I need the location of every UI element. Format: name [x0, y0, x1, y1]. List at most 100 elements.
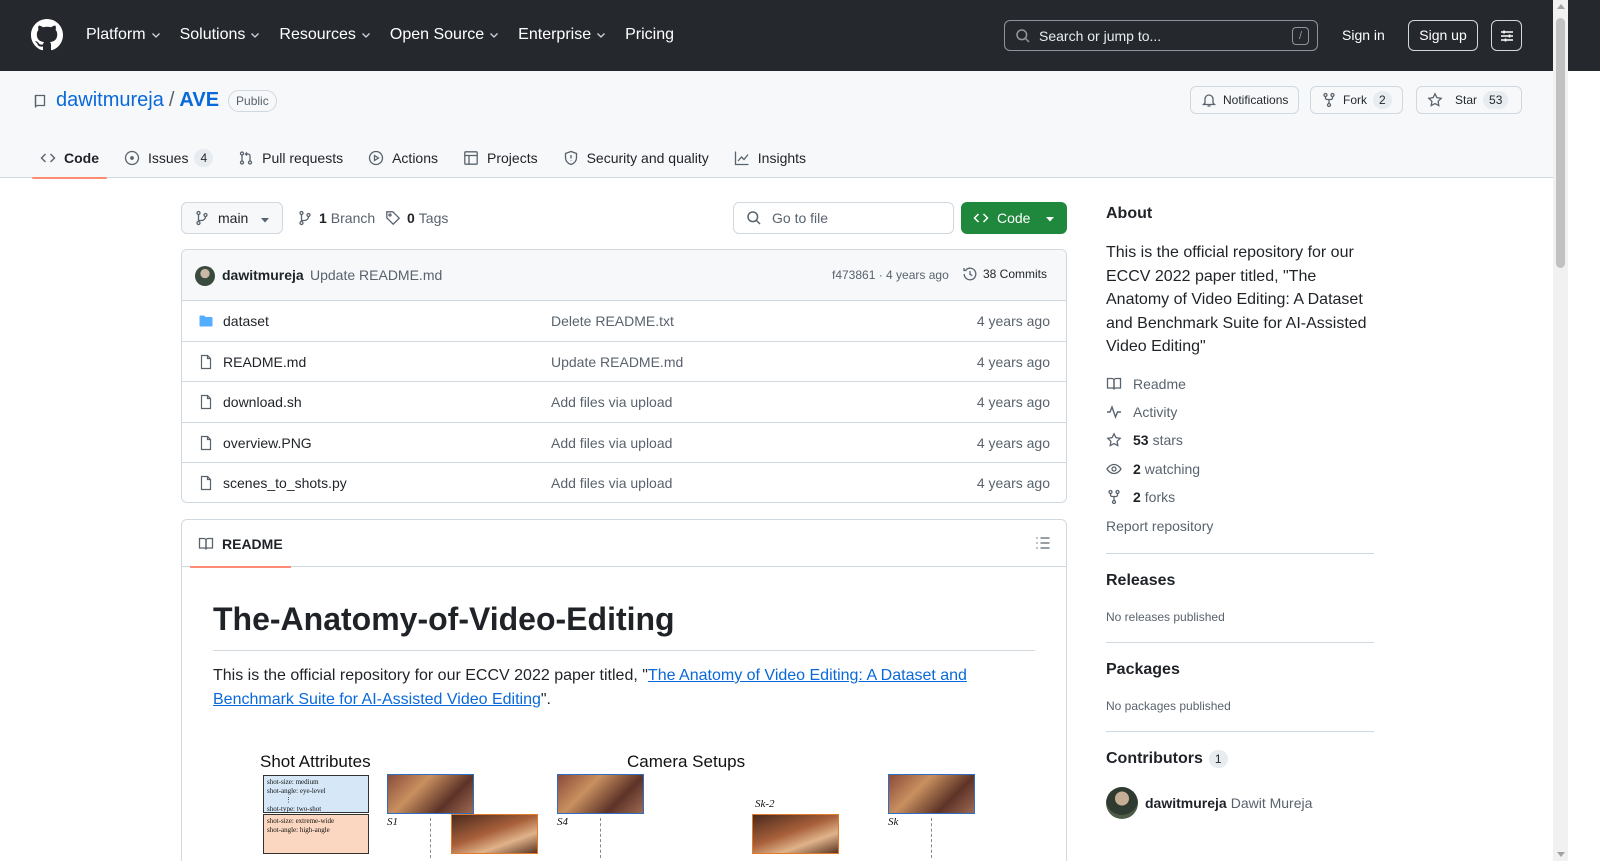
- star-icon: [1106, 432, 1122, 447]
- commit-meta[interactable]: f473861 · 4 years ago: [832, 268, 949, 282]
- contributor-item[interactable]: dawitmureja Dawit Mureja: [1106, 787, 1312, 819]
- nav-resources[interactable]: Resources: [279, 23, 371, 47]
- tab-issues[interactable]: Issues 4: [116, 138, 221, 178]
- packages-heading[interactable]: Packages: [1106, 661, 1180, 679]
- scroll-down-arrow-icon[interactable]: [1557, 852, 1565, 857]
- file-list: dawitmureja Update README.md f473861 · 4…: [181, 249, 1067, 503]
- attribute-card: shot-size: medium shot-angle: eye-level …: [263, 775, 369, 813]
- file-commit-link[interactable]: Delete README.txt: [551, 313, 674, 329]
- dashed-line: [430, 818, 431, 858]
- tag-icon: [386, 211, 401, 226]
- search-shortcut-key: /: [1292, 27, 1309, 45]
- search-input[interactable]: Search or jump to... /: [1004, 20, 1318, 51]
- tab-security[interactable]: Security and quality: [555, 138, 717, 178]
- commit-message-link[interactable]: Update README.md: [310, 267, 442, 283]
- tags-link[interactable]: 0 Tags: [385, 202, 448, 234]
- releases-heading[interactable]: Releases: [1106, 572, 1175, 590]
- star-count: 53: [1483, 91, 1509, 109]
- table-row: scenes_to_shots.py Add files via upload …: [182, 463, 1066, 502]
- divider: [1106, 553, 1374, 554]
- scrollbar-thumb[interactable]: [1556, 18, 1565, 268]
- tab-pull-requests[interactable]: Pull requests: [230, 138, 351, 178]
- fork-icon: [1323, 92, 1335, 108]
- file-name-link[interactable]: README.md: [223, 354, 306, 370]
- bell-icon: [1201, 94, 1217, 107]
- repo-owner-link[interactable]: dawitmureja: [56, 89, 164, 112]
- issue-opened-icon: [124, 150, 140, 166]
- book-icon: [1106, 377, 1122, 390]
- commit-author-link[interactable]: dawitmureja: [222, 267, 304, 283]
- file-commit-link[interactable]: Add files via upload: [551, 475, 672, 491]
- shot-thumbnail: [752, 814, 839, 854]
- notifications-button[interactable]: Notifications: [1190, 86, 1300, 114]
- code-icon: [973, 213, 989, 223]
- nav-platform[interactable]: Platform: [86, 23, 162, 47]
- nav-open-source[interactable]: Open Source: [390, 23, 500, 47]
- shot-label: Sk-2: [755, 798, 775, 810]
- book-icon: [198, 537, 214, 550]
- file-name-link[interactable]: overview.PNG: [223, 435, 312, 451]
- contributors-heading[interactable]: Contributors 1: [1106, 750, 1228, 768]
- shot-thumbnail: [557, 774, 644, 814]
- tab-code[interactable]: Code: [32, 138, 107, 179]
- branch-select-button[interactable]: main: [181, 202, 283, 234]
- watchers-link[interactable]: 2 watching: [1106, 461, 1200, 477]
- file-toolbar: main 1 Branch 0 Tags Go to file Code: [181, 202, 1067, 234]
- branches-link[interactable]: 1 Branch: [297, 202, 375, 234]
- eye-icon: [1106, 463, 1122, 475]
- readme-tab[interactable]: README: [190, 520, 291, 568]
- shot-label: Sk: [888, 816, 899, 828]
- global-nav: Platform Solutions Resources Open Source…: [86, 23, 692, 47]
- page-scrollbar[interactable]: [1553, 0, 1568, 861]
- nav-solutions[interactable]: Solutions: [180, 23, 262, 47]
- readme-link[interactable]: Readme: [1106, 376, 1186, 392]
- sign-up-button[interactable]: Sign up: [1408, 20, 1478, 51]
- caret-down-icon: [1046, 217, 1054, 222]
- file-age: 4 years ago: [976, 313, 1050, 329]
- code-dropdown-button[interactable]: Code: [961, 202, 1067, 234]
- repo-name-link[interactable]: AVE: [179, 89, 219, 112]
- global-menu-button[interactable]: [1491, 20, 1522, 51]
- repo-title: dawitmureja / AVE Public: [32, 89, 277, 112]
- commits-history-link[interactable]: 38 Commits: [962, 266, 1047, 282]
- shot-thumbnail: [451, 814, 538, 854]
- sliders-icon: [1500, 30, 1513, 41]
- tab-projects[interactable]: Projects: [455, 138, 546, 178]
- file-icon: [200, 394, 212, 410]
- figure-title-shot-attributes: Shot Attributes: [260, 752, 371, 771]
- divider: [1106, 731, 1374, 732]
- file-name-link[interactable]: scenes_to_shots.py: [223, 475, 347, 491]
- file-name-link[interactable]: dataset: [223, 313, 269, 329]
- graph-icon: [734, 151, 749, 166]
- stars-link[interactable]: 53 stars: [1106, 432, 1183, 448]
- git-pull-request-icon: [240, 151, 253, 165]
- folder-icon: [199, 315, 213, 327]
- latest-commit-row: dawitmureja Update README.md f473861 · 4…: [182, 250, 1066, 301]
- nav-pricing[interactable]: Pricing: [625, 23, 674, 47]
- readme-title: The-Anatomy-of-Video-Editing: [213, 600, 1035, 651]
- fork-button[interactable]: Fork 2: [1310, 86, 1403, 114]
- overview-figure: Shot Attributes Camera Setups shot-size:…: [260, 752, 980, 861]
- activity-link[interactable]: Activity: [1106, 404, 1177, 420]
- file-name-link[interactable]: download.sh: [223, 394, 302, 410]
- tab-actions[interactable]: Actions: [360, 138, 446, 178]
- shot-thumbnail: [888, 774, 975, 814]
- report-repository-link[interactable]: Report repository: [1106, 518, 1213, 534]
- nav-enterprise[interactable]: Enterprise: [518, 23, 607, 47]
- github-logo-icon[interactable]: [31, 19, 63, 51]
- avatar[interactable]: [195, 266, 215, 286]
- repo-tabs: Code Issues 4 Pull requests Actions Proj…: [32, 138, 823, 179]
- list-unordered-icon[interactable]: [1035, 535, 1051, 551]
- tab-insights[interactable]: Insights: [726, 138, 814, 178]
- file-commit-link[interactable]: Update README.md: [551, 354, 683, 370]
- scroll-up-arrow-icon[interactable]: [1557, 4, 1565, 9]
- file-commit-link[interactable]: Add files via upload: [551, 394, 672, 410]
- go-to-file-input[interactable]: Go to file: [733, 202, 954, 234]
- star-button[interactable]: Star 53: [1416, 86, 1522, 114]
- file-age: 4 years ago: [976, 475, 1050, 491]
- file-commit-link[interactable]: Add files via upload: [551, 435, 672, 451]
- sign-in-link[interactable]: Sign in: [1334, 20, 1393, 51]
- forks-link[interactable]: 2 forks: [1106, 489, 1175, 505]
- repo-path-separator: /: [168, 89, 175, 111]
- git-branch-icon: [299, 210, 311, 226]
